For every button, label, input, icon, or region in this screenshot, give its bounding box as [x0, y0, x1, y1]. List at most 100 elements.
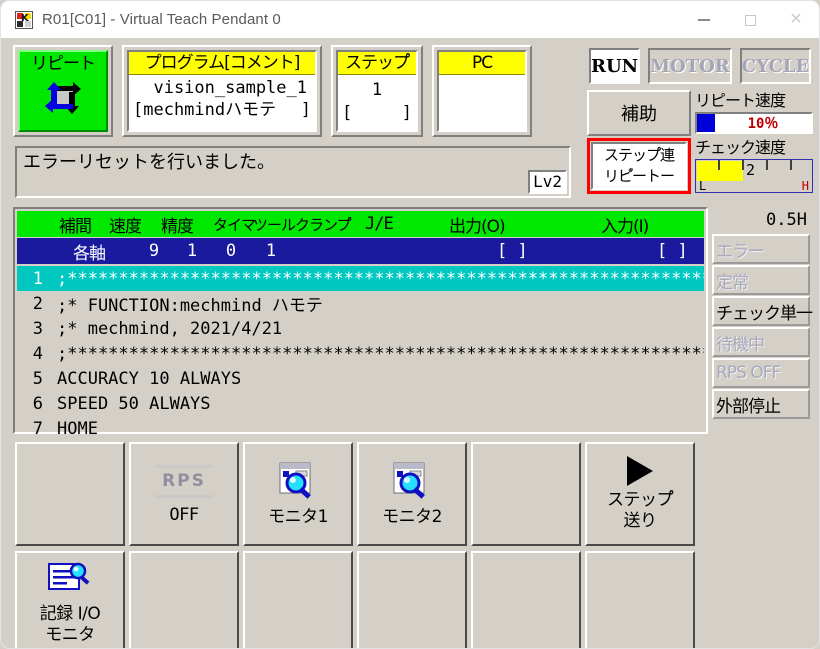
table-row[interactable]: 6 SPEED 50 ALWAYS [17, 391, 704, 416]
function-key-b6[interactable] [585, 551, 695, 648]
program-list-header: 補間 速度 精度 タイマ ツール クランプ゚ J/E 出力(O) 入力(I) [17, 211, 704, 237]
function-key-monitor-1[interactable]: モニタ1 [243, 442, 353, 546]
step-value: 1 [371, 80, 383, 100]
program-list: 補間 速度 精度 タイマ ツール クランプ゚ J/E 出力(O) 入力(I) 各… [13, 207, 708, 439]
line-number: 7 [32, 418, 43, 439]
line-source: ;* mechmind, 2021/4/21 [57, 318, 283, 339]
window-title: R01[C01] - Virtual Teach Pendant 0 [42, 11, 281, 28]
program-panel[interactable]: プログラム[コメント] vision_sample_1 [mechmindハモテ… [122, 45, 322, 137]
minimize-button[interactable] [681, 1, 727, 39]
check-speed-value: 2 [746, 161, 756, 179]
table-row[interactable]: 2 ;* FUNCTION:mechmind ハモテ [17, 291, 704, 317]
repeat-speed-label: リピート速度 [695, 91, 786, 110]
axis-value-3: 0 [225, 241, 237, 261]
step-mode-highlight: ステップ゚連 リピ゚ートー [587, 138, 691, 194]
status-badge-normal[interactable]: 定常 [712, 265, 810, 295]
cycle-time-value: 0.5H [766, 210, 807, 230]
pc-panel[interactable]: PC [432, 45, 532, 137]
line-number: 1 [32, 268, 43, 289]
step-mode-line2: リピ゚ートー [603, 167, 675, 185]
function-key-step-forward[interactable]: ステップ゚ 送り [585, 442, 695, 546]
check-speed-low-label: L [699, 179, 707, 193]
table-row[interactable]: 4 ;*************************************… [17, 341, 704, 366]
function-key-io-sub: モニタ [45, 625, 95, 645]
col-output: 出力(O) [449, 216, 506, 237]
axis-value-4: 1 [265, 241, 277, 261]
line-source: ;***************************************… [57, 343, 704, 364]
axis-input-field: [ ] [657, 241, 688, 261]
function-key-rps-sub: OFF [169, 505, 199, 525]
maximize-button[interactable] [727, 1, 773, 39]
function-key-b5[interactable] [471, 551, 581, 648]
step-bracket-right: ] [401, 103, 412, 123]
axis-output-field: [ ] [497, 241, 528, 261]
repeat-speed-bar[interactable]: 10％ [695, 112, 813, 134]
message-area: エラーリセットを行いました。 Lv2 [13, 144, 573, 200]
aux-column: 補助 ステップ゚連 リピ゚ートー [587, 90, 691, 194]
function-key-b4[interactable] [357, 551, 467, 648]
table-row[interactable]: 1 ;*************************************… [17, 266, 704, 291]
function-key-b3[interactable] [243, 551, 353, 648]
check-speed-gauge[interactable]: 2 L H [695, 159, 813, 193]
program-panel-caption: プログラム[コメント] [129, 52, 315, 75]
step-panel-caption: ステップ゚ [338, 52, 416, 75]
repeat-mode-label: リピート [31, 54, 96, 74]
mode-button-row: RUN MOTOR CYCLE [587, 46, 814, 86]
line-source: ACCURACY 10 ALWAYS [57, 368, 242, 389]
message-text: エラーリセットを行いました。 [23, 152, 275, 173]
col-input: 入力(I) [601, 216, 649, 237]
status-badge-rps-off[interactable]: RPS OFF [712, 358, 810, 388]
table-row[interactable]: 3 ;* mechmind, 2021/4/21 [17, 316, 704, 341]
line-source: HOME [57, 418, 98, 439]
function-key-io-label: 記録 I/O [39, 604, 101, 624]
axis-values-row[interactable]: 各軸 9 1 0 1 [ ] [ ] [17, 238, 704, 264]
step-mode-button[interactable]: ステップ゚連 リピ゚ートー [591, 142, 687, 190]
program-comment-value: [mechmindハモテ ] [129, 99, 315, 121]
step-bracket-left: [ [342, 103, 353, 123]
rps-lines-icon: RPS [155, 462, 213, 501]
run-indicator[interactable]: RUN [587, 46, 643, 86]
status-badge-ext-stop[interactable]: 外部停止 [712, 389, 810, 419]
axis-value-2: 1 [186, 241, 198, 261]
function-key-b2[interactable] [129, 551, 239, 648]
line-number: 5 [32, 368, 43, 389]
repeat-mode-button[interactable]: リピート [13, 45, 113, 137]
function-key-monitor-2-label: モニタ2 [382, 506, 442, 527]
run-label: RUN [589, 48, 641, 84]
motor-indicator[interactable]: MOTOR [646, 46, 734, 86]
line-number: 3 [32, 318, 43, 339]
pendant-screen: リピート プログラム[コメント] vision_sample_1 [mechmi… [0, 38, 820, 649]
status-badge-check[interactable]: チェック単一 [712, 296, 813, 326]
col-sokudo: 速度 [109, 216, 142, 237]
close-button[interactable]: ✕ [773, 1, 819, 39]
status-button-column: エラー 定常 チェック単一 待機中 RPS OFF 外部停止 [712, 234, 813, 420]
axis-value-1: 9 [148, 241, 160, 261]
table-row[interactable]: 7 HOME [17, 416, 704, 441]
document-magnifier-icon [46, 560, 94, 600]
aux-button[interactable]: 補助 [587, 90, 691, 136]
col-timer: タイマ [213, 215, 256, 234]
function-key-1[interactable] [15, 442, 125, 546]
function-key-step-label: ステップ゚ [607, 490, 674, 510]
status-badge-standby[interactable]: 待機中 [712, 327, 810, 357]
table-row[interactable]: 5 ACCURACY 10 ALWAYS [17, 366, 704, 391]
col-hokan: 補間 [59, 216, 92, 237]
col-je: J/E [365, 214, 394, 234]
function-key-5[interactable] [471, 442, 581, 546]
top-status-row: リピート プログラム[コメント] vision_sample_1 [mechmi… [13, 45, 532, 137]
repeat-speed-fill [697, 114, 715, 132]
speed-column: リピート速度 10％ チェック速度 2 L H [695, 90, 813, 194]
program-name-value: vision_sample_1 [153, 78, 307, 98]
cycle-indicator[interactable]: CYCLE [737, 46, 814, 86]
axis-label: 各軸 [73, 243, 106, 264]
function-key-monitor-2[interactable]: モニタ2 [357, 442, 467, 546]
right-status-cluster: RUN MOTOR CYCLE 補助 ステップ゚連 リピ゚ートー リピート速度 [587, 46, 814, 194]
function-key-io-monitor[interactable]: 記録 I/O モニタ [15, 551, 125, 648]
step-bracket-field: [ ] [338, 102, 416, 124]
status-badge-error[interactable]: エラー [712, 234, 810, 264]
window-titlebar: K R01[C01] - Virtual Teach Pendant 0 ✕ [0, 0, 820, 38]
step-panel[interactable]: ステップ゚ 1 [ ] [331, 45, 423, 137]
aux-and-speed-row: 補助 ステップ゚連 リピ゚ートー リピート速度 10％ チェック速度 2 L … [587, 90, 813, 194]
function-key-rps-off[interactable]: RPS OFF [129, 442, 239, 546]
col-seido: 精度 [161, 216, 194, 237]
